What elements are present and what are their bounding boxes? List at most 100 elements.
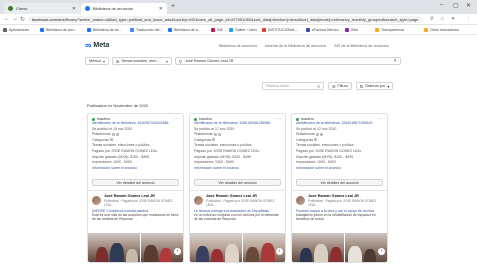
menu-icon[interactable]: ⋮ <box>466 16 471 22</box>
header-links: Biblioteca de anuncios Informe de la Bib… <box>219 44 389 48</box>
facebook-icon <box>111 132 115 136</box>
browser-tab-1[interactable]: Chess ✕ <box>4 3 80 14</box>
chess-favicon-icon <box>8 6 13 11</box>
sort-icon: ⇅ <box>359 84 363 89</box>
reload-icon[interactable]: ↻ <box>20 16 25 23</box>
facebook-icon <box>40 28 44 32</box>
ad-image[interactable]: › <box>88 232 183 262</box>
facebook-icon <box>87 28 91 32</box>
new-tab-button[interactable]: + <box>171 3 175 10</box>
summary-link[interactable]: Información sobre el anuncio <box>194 166 281 172</box>
bookmarks-bar: Aplicaciones Biblioteca de anu... Biblio… <box>0 25 477 35</box>
chevron-down-icon: ▾ <box>103 58 106 64</box>
ad-text: Pusimos manos a la obra y con el apoyo d… <box>296 208 376 222</box>
address-bar-row: ← → ↻ facebook.com/ads/library/?active_s… <box>0 14 477 25</box>
bookmark-item[interactable]: Aplicaciones <box>3 28 29 32</box>
extensions-icon[interactable]: ✦ <box>451 16 455 22</box>
close-tab-icon[interactable]: ✕ <box>72 6 76 12</box>
carousel-next-icon[interactable]: › <box>378 247 385 255</box>
clear-icon[interactable]: ✕ <box>393 58 397 64</box>
country-select[interactable]: México ▾ <box>85 57 109 65</box>
bookmark-item[interactable]: Biblioteca de an... <box>87 28 122 32</box>
filter-bar: México ▾ ✉ Temas sociales, elec... ▾ ⚲ J… <box>85 57 401 65</box>
sponsored-label: Publicidad · Pagado por JOSE RAMON GOMEZ… <box>308 198 377 207</box>
filter-icon: ☰ <box>332 84 336 89</box>
carousel-next-icon[interactable]: › <box>174 247 181 255</box>
bookmark-item[interactable]: Biblioteca de a... <box>168 28 201 32</box>
meta-infinity-icon: ∞ <box>85 40 92 50</box>
more-options-icon[interactable]: ··· <box>174 116 179 122</box>
section-title: Publicados en Noviembre de 2020 <box>87 103 149 108</box>
browser-tabstrip: Chess ✕ Biblioteca de anuncios ✕ + – ▢ ✕ <box>0 0 477 14</box>
header-link[interactable]: Informe de la Biblioteca de anuncios <box>265 44 326 48</box>
bookmark-item[interactable]: Twitter / Inicio <box>229 28 257 32</box>
more-options-icon[interactable]: ··· <box>276 116 281 122</box>
zoom-icon[interactable]: ⚲ <box>430 16 434 22</box>
megaphone-icon <box>110 138 114 142</box>
carousel-next-icon[interactable]: › <box>276 247 283 255</box>
see-ad-details-button[interactable]: Ver detalles del anuncio <box>194 179 281 186</box>
minimize-icon[interactable]: – <box>440 2 443 8</box>
avatar <box>194 195 203 205</box>
more-options-icon[interactable]: ··· <box>378 116 383 122</box>
search-icon: ⚲ <box>179 59 182 64</box>
keyword-search-input[interactable]: Palabra clave ⚲ <box>262 82 324 90</box>
sort-button[interactable]: ⇅ Ordenar por ▾ <box>355 82 394 90</box>
bookmark-item[interactable]: INAI <box>345 28 358 32</box>
search-input[interactable]: ⚲ José Ramón Gómez Leal JR ✕ <box>175 57 401 65</box>
search-icon: ⚲ <box>317 83 320 89</box>
bookmark-item[interactable]: Traducción del... <box>130 28 162 32</box>
category-select[interactable]: ✉ Temas sociales, elec... ▾ <box>112 57 172 65</box>
filters-button[interactable]: ☰ Filtros <box>328 82 352 90</box>
chevron-down-icon: ▾ <box>387 84 390 89</box>
ad-text: Le hicimos entrega a la Asociación de De… <box>194 208 279 222</box>
see-ad-details-button[interactable]: Ver detalles del anuncio <box>296 179 383 186</box>
summary-link[interactable]: Información sobre el anuncio <box>296 166 383 172</box>
twitter-icon <box>229 28 233 32</box>
bookmark-item[interactable]: Biblioteca de anu... <box>40 28 77 32</box>
ine-icon <box>211 28 215 32</box>
see-ad-details-button[interactable]: Ver detalles del anuncio <box>92 179 179 186</box>
url-path: /ads/library/?active_status=all&ad_type=… <box>56 17 419 22</box>
ad-preview: José Ramón Gómez Leal JR Publicidad · Pa… <box>190 190 285 262</box>
bookmark-item[interactable]: INE <box>211 28 223 32</box>
megaphone-icon: ✉ <box>116 59 120 64</box>
ad-preview: José Ramón Gómez Leal JR Publicidad · Pa… <box>292 190 387 262</box>
forward-icon[interactable]: → <box>12 16 18 22</box>
tab-title: Chess <box>16 6 28 11</box>
summary-link[interactable]: Información sobre el anuncio <box>92 166 179 172</box>
facebook-icon <box>315 132 319 136</box>
ad-image[interactable]: › <box>190 232 285 262</box>
meta-logo[interactable]: ∞ Meta <box>85 40 109 50</box>
bookmark-item[interactable]: eFactura México <box>306 28 339 32</box>
back-icon[interactable]: ← <box>4 16 10 22</box>
browser-tab-2[interactable]: Biblioteca de anuncios ✕ <box>81 3 167 14</box>
megaphone-icon <box>314 138 318 142</box>
ad-card: Inactivo ··· Identificador de la bibliot… <box>87 113 184 263</box>
header-link[interactable]: API de la Biblioteca de anuncios <box>334 44 388 48</box>
avatar <box>92 195 101 205</box>
ad-card: Inactivo ··· Identificador de la bibliot… <box>189 113 286 263</box>
sponsored-label: Publicidad · Pagado por JOSE RAMON GOMEZ… <box>206 198 275 207</box>
url-host: facebook.com <box>32 17 57 22</box>
inai-icon <box>345 28 349 32</box>
instagram-icon <box>217 132 221 136</box>
bookmark-item[interactable]: Transparencia <box>375 28 404 32</box>
ad-image[interactable]: › <box>292 232 387 262</box>
bookmark-item[interactable]: INSTITUCIONAL... <box>262 28 298 32</box>
close-window-icon[interactable]: ✕ <box>466 2 471 9</box>
ad-card: Inactivo ··· Identificador de la bibliot… <box>291 113 388 263</box>
ad-preview: José Ramón Gómez Leal JR Publicidad · Pa… <box>88 190 183 262</box>
maximize-icon[interactable]: ▢ <box>453 2 459 9</box>
folder-icon <box>424 28 428 32</box>
bookmark-item[interactable]: Otros marcadores <box>424 28 459 32</box>
header-link[interactable]: Biblioteca de anuncios <box>219 44 257 48</box>
facebook-icon <box>168 28 172 32</box>
url-field[interactable]: facebook.com/ads/library/?active_status=… <box>28 16 423 23</box>
chevron-down-icon: ▾ <box>165 58 168 64</box>
library-id: Identificador de la biblioteca: 34881500… <box>194 121 271 125</box>
bookmark-star-icon[interactable]: ☆ <box>440 16 444 22</box>
avatar <box>296 195 305 205</box>
folder-icon <box>375 28 379 32</box>
close-tab-icon[interactable]: ✕ <box>159 6 163 12</box>
